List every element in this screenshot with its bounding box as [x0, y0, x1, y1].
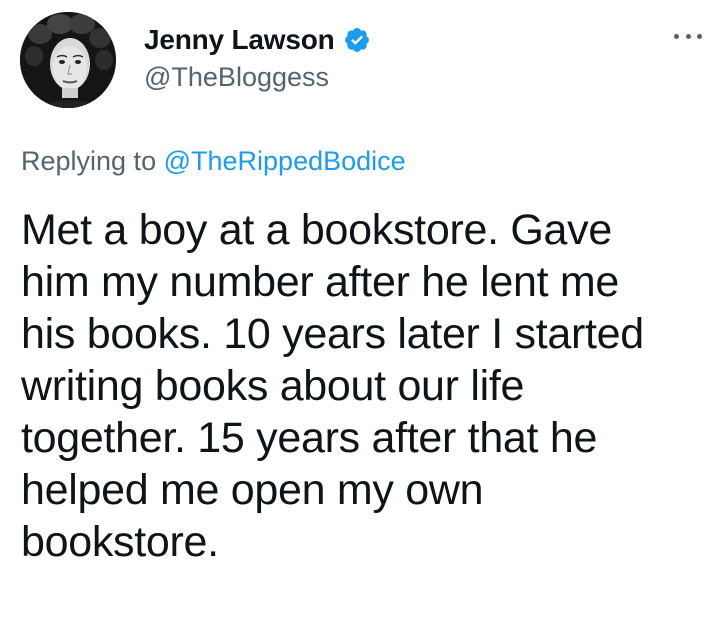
- tweet-text: Met a boy at a bookstore. Gave him my nu…: [21, 206, 644, 566]
- replying-to-label: Replying to: [21, 146, 157, 176]
- display-name-row: Jenny Lawson: [144, 20, 371, 60]
- avatar[interactable]: [20, 12, 116, 108]
- avatar-photo-icon: [20, 12, 116, 108]
- reply-mention-link[interactable]: @TheRippedBodice: [164, 146, 406, 176]
- dot: [674, 33, 679, 39]
- tweet-header: Jenny Lawson @TheBloggess: [18, 12, 708, 108]
- dot: [697, 33, 702, 39]
- tweet-card: Jenny Lawson @TheBloggess Replying to @T…: [0, 0, 724, 620]
- dot: [685, 33, 691, 39]
- author-block: Jenny Lawson @TheBloggess: [144, 20, 371, 93]
- display-name[interactable]: Jenny Lawson: [144, 24, 335, 56]
- more-options-icon[interactable]: [668, 26, 708, 46]
- replying-to: Replying to @TheRippedBodice: [21, 146, 406, 177]
- verified-badge-icon: [343, 26, 371, 54]
- author-handle[interactable]: @TheBloggess: [144, 62, 371, 93]
